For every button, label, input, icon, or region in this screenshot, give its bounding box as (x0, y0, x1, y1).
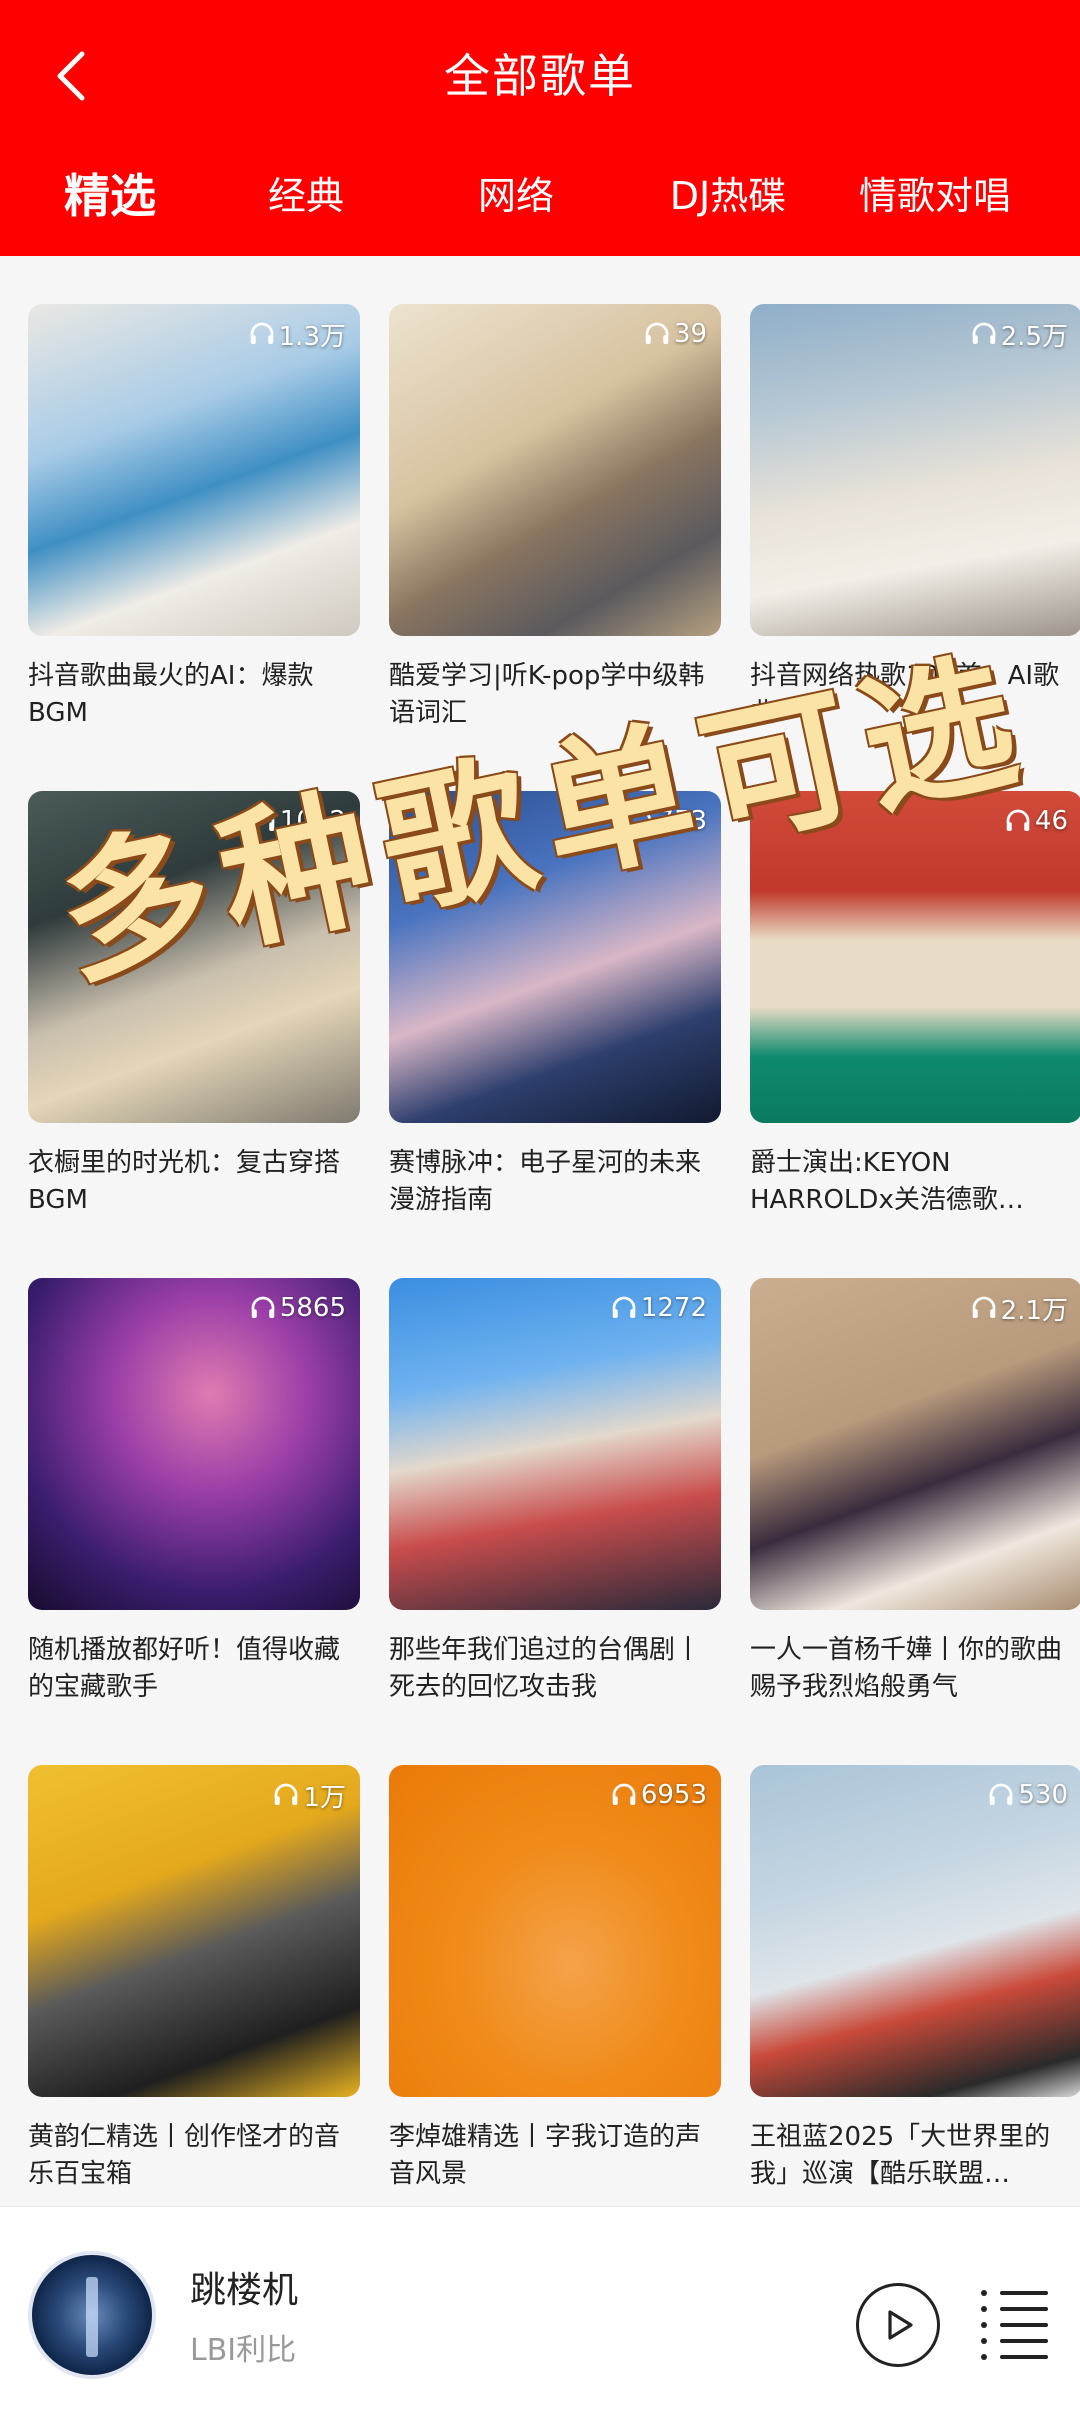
playlist-grid: 1.3万 抖音歌曲最火的AI：爆款BGM 39 酷爱学习|听K-pop学中级韩语… (0, 256, 1080, 2206)
tab-jingxuan[interactable]: 精选 (40, 160, 180, 232)
play-count: 530 (986, 1775, 1068, 1815)
tab-dj[interactable]: DJ热碟 (648, 160, 808, 232)
headphones-icon (645, 322, 669, 344)
playlist-card[interactable]: 530 王祖蓝2025「大世界里的我」巡演【酷乐联盟… (750, 1765, 1080, 2193)
mini-player[interactable]: 跳楼机 LBI利比 (0, 2206, 1080, 2413)
playlist-title[interactable]: 衣橱里的时光机：复古穿搭 BGM (28, 1145, 360, 1219)
playlist-card[interactable]: 39 酷爱学习|听K-pop学中级韩语词汇 (389, 304, 721, 732)
album-art[interactable] (28, 2251, 156, 2379)
headphones-icon (612, 1296, 636, 1318)
song-artist: LBI利比 (190, 2333, 297, 2368)
playlist-title[interactable]: 一人一首杨千嬅丨你的歌曲赐予我烈焰般勇气 (750, 1632, 1080, 1706)
tab-wangluo[interactable]: 网络 (446, 160, 586, 232)
playlist-cover[interactable]: 1万 (28, 1765, 360, 2097)
headphones-icon (972, 322, 996, 344)
queue-list-icon (981, 2290, 1048, 2360)
playlist-cover[interactable]: 2.5万 (750, 304, 1080, 636)
play-count: 1.3万 (247, 314, 346, 354)
play-count: 39 (642, 314, 707, 354)
playlist-cover[interactable]: 1.3万 (28, 304, 360, 636)
headphones-icon (1006, 809, 1030, 831)
playlist-card[interactable]: 5865 随机播放都好听！值得收藏的宝藏歌手 (28, 1278, 360, 1706)
playlist-cover[interactable]: 46 (750, 791, 1080, 1123)
play-count: 46 (1003, 801, 1068, 841)
headphones-icon (972, 1296, 996, 1318)
play-count: 753 (625, 801, 707, 841)
playlist-title[interactable]: 爵士演出:KEYON HARROLDx关浩德歌… (750, 1145, 1080, 1219)
playlist-card[interactable]: 2.1万 一人一首杨千嬅丨你的歌曲赐予我烈焰般勇气 (750, 1278, 1080, 1706)
playlist-title[interactable]: 那些年我们追过的台偶剧丨死去的回忆攻击我 (389, 1632, 721, 1706)
playlist-card[interactable]: 1272 那些年我们追过的台偶剧丨死去的回忆攻击我 (389, 1278, 721, 1706)
play-button[interactable] (856, 2283, 940, 2367)
playlist-title[interactable]: 抖音歌曲最火的AI：爆款BGM (28, 658, 360, 732)
playlist-cover[interactable]: 530 (750, 1765, 1080, 2097)
playlist-title[interactable]: 李焯雄精选丨字我订造的声音风景 (389, 2119, 721, 2193)
headphones-icon (251, 1296, 275, 1318)
playlist-card[interactable]: 2.5万 抖音网络热歌100首：AI歌曲 (750, 304, 1080, 732)
headphones-icon (250, 322, 274, 344)
playlist-title[interactable]: 抖音网络热歌100首：AI歌曲 (750, 658, 1080, 732)
playlist-card[interactable]: 1.3万 抖音歌曲最火的AI：爆款BGM (28, 304, 360, 732)
tab-jingdian[interactable]: 经典 (236, 160, 376, 232)
play-count: 6953 (609, 1775, 707, 1815)
play-count: 1272 (609, 1288, 707, 1328)
category-tabs: 精选 经典 网络 DJ热碟 情歌对唱 (0, 160, 1080, 232)
playlist-cover[interactable]: 1272 (389, 1278, 721, 1610)
headphones-icon (989, 1783, 1013, 1805)
playlist-card[interactable]: 46 爵士演出:KEYON HARROLDx关浩德歌… (750, 791, 1080, 1219)
play-icon (888, 2310, 913, 2340)
tab-duet[interactable]: 情歌对唱 (850, 160, 1020, 232)
play-count: 2.5万 (969, 314, 1068, 354)
play-count: 2.1万 (969, 1288, 1068, 1328)
headphones-icon (628, 809, 652, 831)
playlist-cover[interactable]: 2.1万 (750, 1278, 1080, 1610)
playlist-queue-button[interactable] (980, 2287, 1052, 2363)
play-count: 1万 (271, 1775, 346, 1815)
play-count: 5865 (248, 1288, 346, 1328)
playlist-title[interactable]: 赛博脉冲：电子星河的未来漫游指南 (389, 1145, 721, 1219)
playlist-cover[interactable]: 1012 (28, 791, 360, 1123)
playlist-card[interactable]: 753 赛博脉冲：电子星河的未来漫游指南 (389, 791, 721, 1219)
play-count: 1012 (248, 801, 346, 841)
header-bar: 全部歌单 精选 经典 网络 DJ热碟 情歌对唱 (0, 0, 1080, 256)
headphones-icon (612, 1783, 636, 1805)
playlist-cover[interactable]: 39 (389, 304, 721, 636)
playlist-cover[interactable]: 5865 (28, 1278, 360, 1610)
page-title: 全部歌单 (444, 49, 636, 103)
playlist-title[interactable]: 随机播放都好听！值得收藏的宝藏歌手 (28, 1632, 360, 1706)
headphones-icon (275, 1783, 298, 1805)
headphones-icon (251, 809, 275, 831)
playlist-title[interactable]: 黄韵仁精选丨创作怪才的音乐百宝箱 (28, 2119, 360, 2193)
playlist-cover[interactable]: 6953 (389, 1765, 721, 2097)
playlist-card[interactable]: 1万 黄韵仁精选丨创作怪才的音乐百宝箱 (28, 1765, 360, 2193)
playlist-title[interactable]: 酷爱学习|听K-pop学中级韩语词汇 (389, 658, 721, 732)
playlist-cover[interactable]: 753 (389, 791, 721, 1123)
song-title: 跳楼机 (190, 2270, 299, 2311)
playlist-card[interactable]: 6953 李焯雄精选丨字我订造的声音风景 (389, 1765, 721, 2193)
playlist-card[interactable]: 1012 衣橱里的时光机：复古穿搭 BGM (28, 791, 360, 1219)
playlist-title[interactable]: 王祖蓝2025「大世界里的我」巡演【酷乐联盟… (750, 2119, 1080, 2193)
